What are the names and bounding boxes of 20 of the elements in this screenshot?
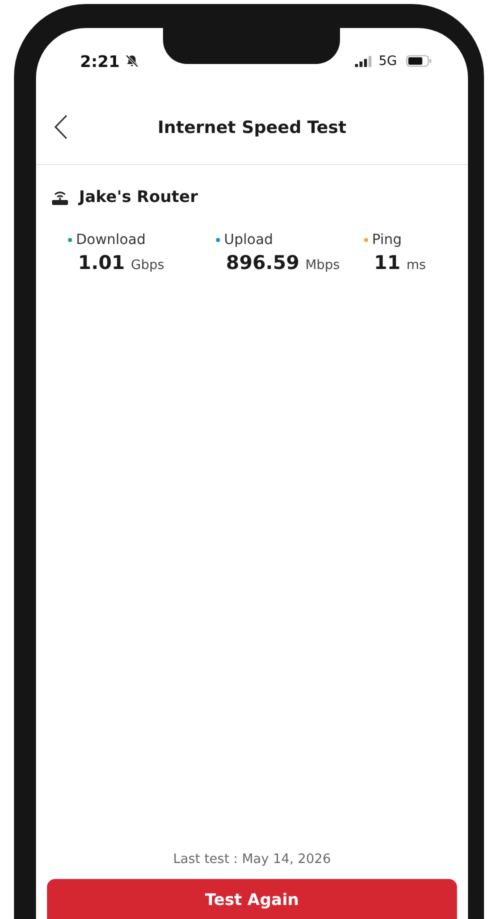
metric-unit: ms bbox=[406, 258, 426, 273]
network-type: 5G bbox=[378, 54, 397, 68]
test-again-button[interactable]: Test Again bbox=[47, 879, 457, 919]
metric-label: Upload bbox=[224, 232, 274, 248]
muted-bell-icon bbox=[124, 54, 139, 68]
back-button[interactable] bbox=[54, 114, 68, 140]
status-time: 2:21 bbox=[80, 52, 120, 70]
last-test-date: Last test : May 14, 2026 bbox=[172, 852, 332, 867]
router-icon bbox=[51, 188, 69, 204]
battery-icon bbox=[406, 55, 432, 67]
metric-unit: Gbps bbox=[130, 258, 164, 273]
metric-value: 896.59 bbox=[226, 252, 300, 274]
signal-icon bbox=[354, 56, 372, 66]
metric-unit: Mbps bbox=[305, 258, 340, 273]
page-title: Internet Speed Test bbox=[158, 118, 346, 138]
metric-label: Download bbox=[76, 232, 146, 248]
router-name: Jake's Router bbox=[79, 187, 198, 206]
metric-label: Ping bbox=[372, 232, 402, 248]
metric-value: 1.01 bbox=[78, 252, 125, 274]
metric-value: 11 bbox=[374, 252, 400, 274]
